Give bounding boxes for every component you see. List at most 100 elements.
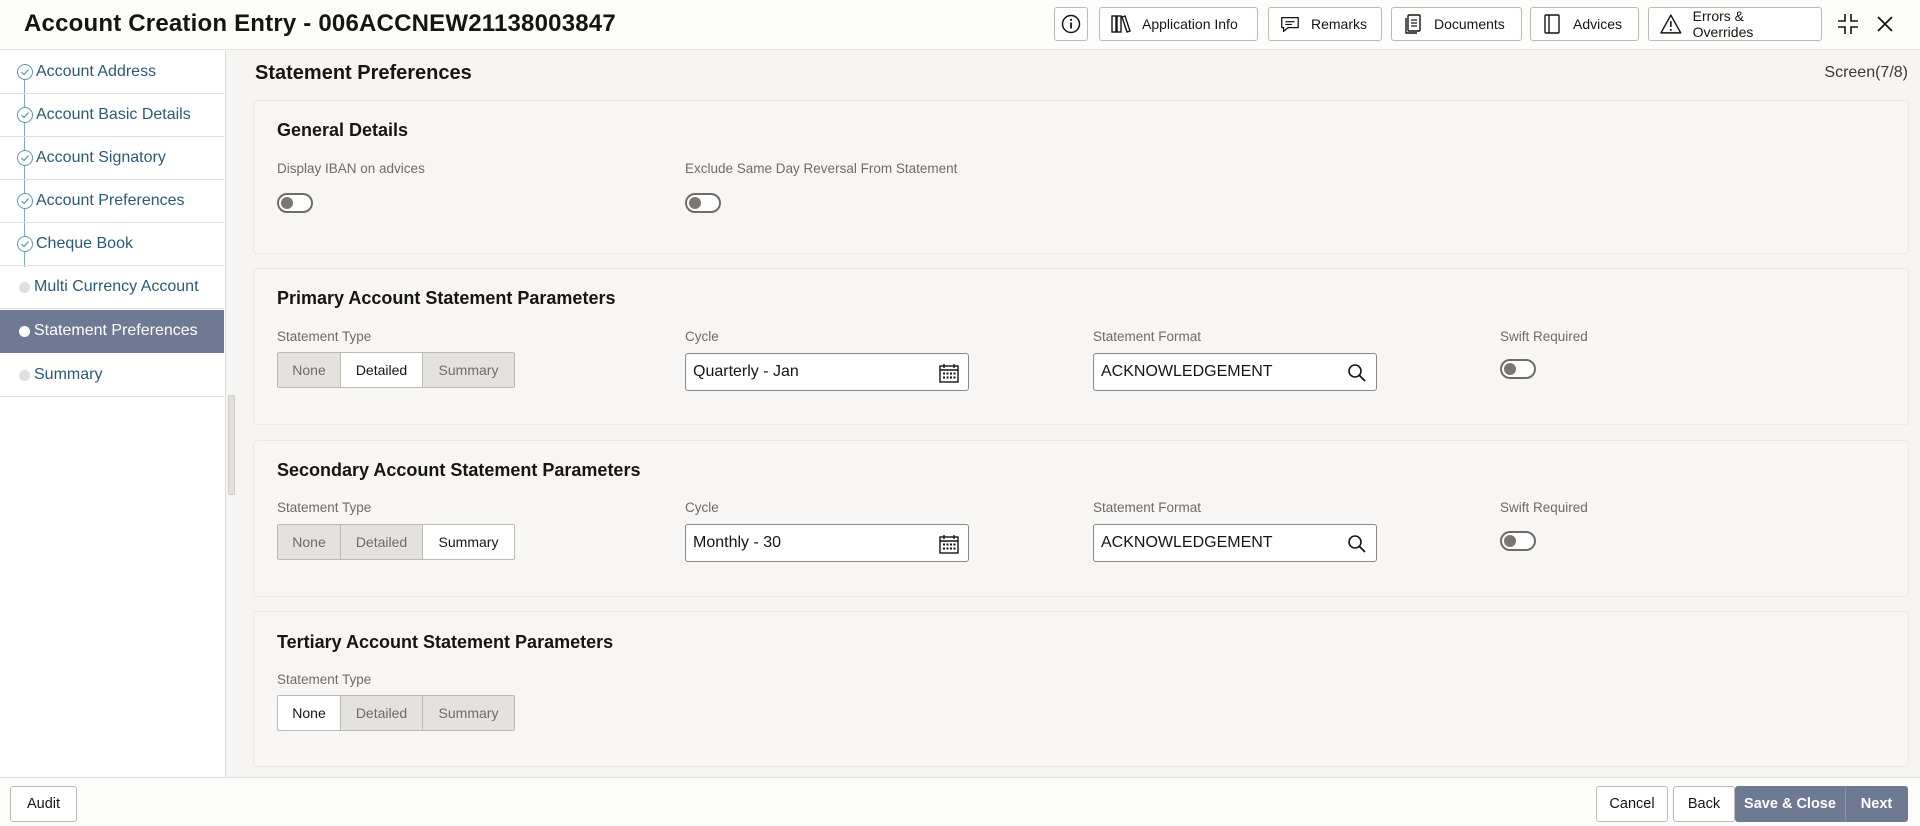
tertiary-type-none[interactable]: None [278, 696, 341, 730]
sidebar-item-account-signatory[interactable]: Account Signatory [0, 137, 224, 180]
close-button[interactable] [1871, 10, 1899, 38]
next-button[interactable]: Next [1845, 786, 1908, 822]
documents-button[interactable]: Documents [1391, 7, 1522, 41]
documents-icon [1405, 14, 1421, 34]
primary-cycle-label: Cycle [685, 329, 719, 344]
primary-format-value: ACKNOWLEDGEMENT [1101, 363, 1273, 380]
sidebar-item-label: Account Signatory [36, 149, 166, 166]
secondary-swift-label: Swift Required [1500, 500, 1588, 515]
info-button[interactable] [1054, 7, 1088, 41]
check-icon [17, 64, 33, 80]
sidebar-item-account-basic-details[interactable]: Account Basic Details [0, 94, 224, 137]
check-icon [17, 236, 33, 252]
errors-overrides-label: Errors & Overrides [1692, 8, 1754, 40]
save-close-button[interactable]: Save & Close [1735, 786, 1845, 822]
application-info-icon [1111, 15, 1131, 33]
secondary-statement-section: Secondary Account Statement Parameters S… [253, 440, 1909, 597]
tertiary-statement-type-label: Statement Type [277, 672, 372, 687]
sidebar-item-label: Statement Preferences [34, 322, 198, 339]
secondary-cycle-label: Cycle [685, 500, 719, 515]
display-iban-toggle[interactable] [277, 193, 313, 213]
secondary-swift-toggle[interactable] [1500, 531, 1536, 551]
primary-swift-toggle[interactable] [1500, 359, 1536, 379]
sidebar-item-multi-currency-account[interactable]: Multi Currency Account [0, 266, 224, 309]
primary-statement-type-selector: None Detailed Summary [277, 352, 515, 388]
step-navigation: Account Address Account Basic Details Acco… [0, 51, 226, 777]
tertiary-section-title: Tertiary Account Statement Parameters [277, 632, 614, 652]
primary-cycle-picker[interactable] [938, 362, 960, 384]
secondary-cycle-picker[interactable] [938, 533, 960, 555]
secondary-format-field[interactable]: ACKNOWLEDGEMENT [1093, 524, 1377, 562]
step-pending-dot [19, 281, 30, 293]
check-icon [17, 193, 33, 209]
sidebar-item-statement-preferences[interactable]: Statement Preferences [0, 310, 224, 353]
sidebar-item-label: Cheque Book [36, 235, 133, 252]
remarks-button[interactable]: Remarks [1268, 7, 1382, 41]
secondary-statement-type-label: Statement Type [277, 500, 372, 515]
advices-button[interactable]: Advices [1530, 7, 1639, 41]
secondary-format-lookup[interactable] [1346, 533, 1368, 555]
step-current-dot [19, 325, 30, 337]
application-info-label: Application Info [1142, 16, 1238, 32]
step-pending-dot [19, 369, 30, 381]
tertiary-statement-section: Tertiary Account Statement Parameters St… [253, 611, 1909, 767]
tertiary-type-detailed[interactable]: Detailed [341, 696, 423, 730]
primary-type-detailed[interactable]: Detailed [341, 353, 423, 387]
secondary-cycle-field[interactable]: Monthly - 30 [685, 524, 969, 562]
info-icon [1061, 14, 1081, 34]
sidebar-item-label: Summary [34, 366, 103, 383]
sidebar-item-label: Account Preferences [36, 192, 185, 209]
secondary-statement-type-selector: None Detailed Summary [277, 524, 515, 560]
advices-icon [1544, 14, 1560, 34]
collapse-button[interactable] [1834, 10, 1862, 38]
general-details-section: General Details Display IBAN on advices … [253, 100, 1909, 254]
screen-indicator: Screen(7/8) [1824, 64, 1908, 81]
sidebar-item-label: Account Address [36, 63, 157, 80]
sidebar-item-account-address[interactable]: Account Address [0, 51, 224, 94]
primary-format-label: Statement Format [1093, 329, 1202, 344]
secondary-type-summary[interactable]: Summary [423, 525, 514, 559]
secondary-type-detailed[interactable]: Detailed [341, 525, 423, 559]
tertiary-type-summary[interactable]: Summary [423, 696, 514, 730]
page-title: Account Creation Entry - 006ACCNEW211380… [24, 10, 616, 37]
sidebar-item-account-preferences[interactable]: Account Preferences [0, 180, 224, 223]
cancel-button[interactable]: Cancel [1596, 786, 1668, 822]
back-button[interactable]: Back [1673, 786, 1735, 822]
secondary-type-none[interactable]: None [278, 525, 341, 559]
advices-label: Advices [1573, 16, 1623, 32]
primary-type-summary[interactable]: Summary [423, 353, 514, 387]
collapse-icon [1838, 14, 1858, 34]
primary-statement-section: Primary Account Statement Parameters Sta… [253, 268, 1909, 425]
exclude-reversal-toggle[interactable] [685, 193, 721, 213]
remarks-label: Remarks [1310, 16, 1367, 32]
sidebar-item-label: Multi Currency Account [34, 278, 199, 295]
page-header: Account Creation Entry - 006ACCNEW211380… [0, 0, 1920, 50]
secondary-section-title: Secondary Account Statement Parameters [277, 460, 641, 480]
sidebar-item-summary[interactable]: Summary [0, 354, 224, 397]
audit-button[interactable]: Audit [10, 786, 77, 822]
calendar-icon [939, 364, 959, 383]
secondary-format-value: ACKNOWLEDGEMENT [1101, 534, 1273, 551]
primary-cycle-field[interactable]: Quarterly - Jan [685, 353, 969, 391]
primary-format-lookup[interactable] [1346, 362, 1368, 384]
warning-icon [1660, 14, 1682, 34]
search-icon [1348, 364, 1366, 382]
primary-cycle-value: Quarterly - Jan [693, 363, 799, 380]
remarks-icon [1281, 16, 1299, 32]
page-footer: Audit Cancel Back Save & Close Next [0, 777, 1920, 826]
section-page-title: Statement Preferences [255, 62, 472, 84]
primary-swift-label: Swift Required [1500, 329, 1588, 344]
check-icon [17, 107, 33, 123]
application-info-button[interactable]: Application Info [1099, 7, 1258, 41]
errors-overrides-button[interactable]: Errors & Overrides [1648, 7, 1822, 41]
check-icon [17, 150, 33, 166]
primary-section-title: Primary Account Statement Parameters [277, 288, 616, 308]
sidebar-item-cheque-book[interactable]: Cheque Book [0, 223, 224, 266]
primary-format-field[interactable]: ACKNOWLEDGEMENT [1093, 353, 1377, 391]
general-details-title: General Details [277, 120, 409, 140]
primary-statement-type-label: Statement Type [277, 329, 372, 344]
secondary-format-label: Statement Format [1093, 500, 1202, 515]
primary-type-none[interactable]: None [278, 353, 341, 387]
panel-resize-handle[interactable] [228, 395, 235, 495]
tertiary-statement-type-selector: None Detailed Summary [277, 695, 515, 731]
